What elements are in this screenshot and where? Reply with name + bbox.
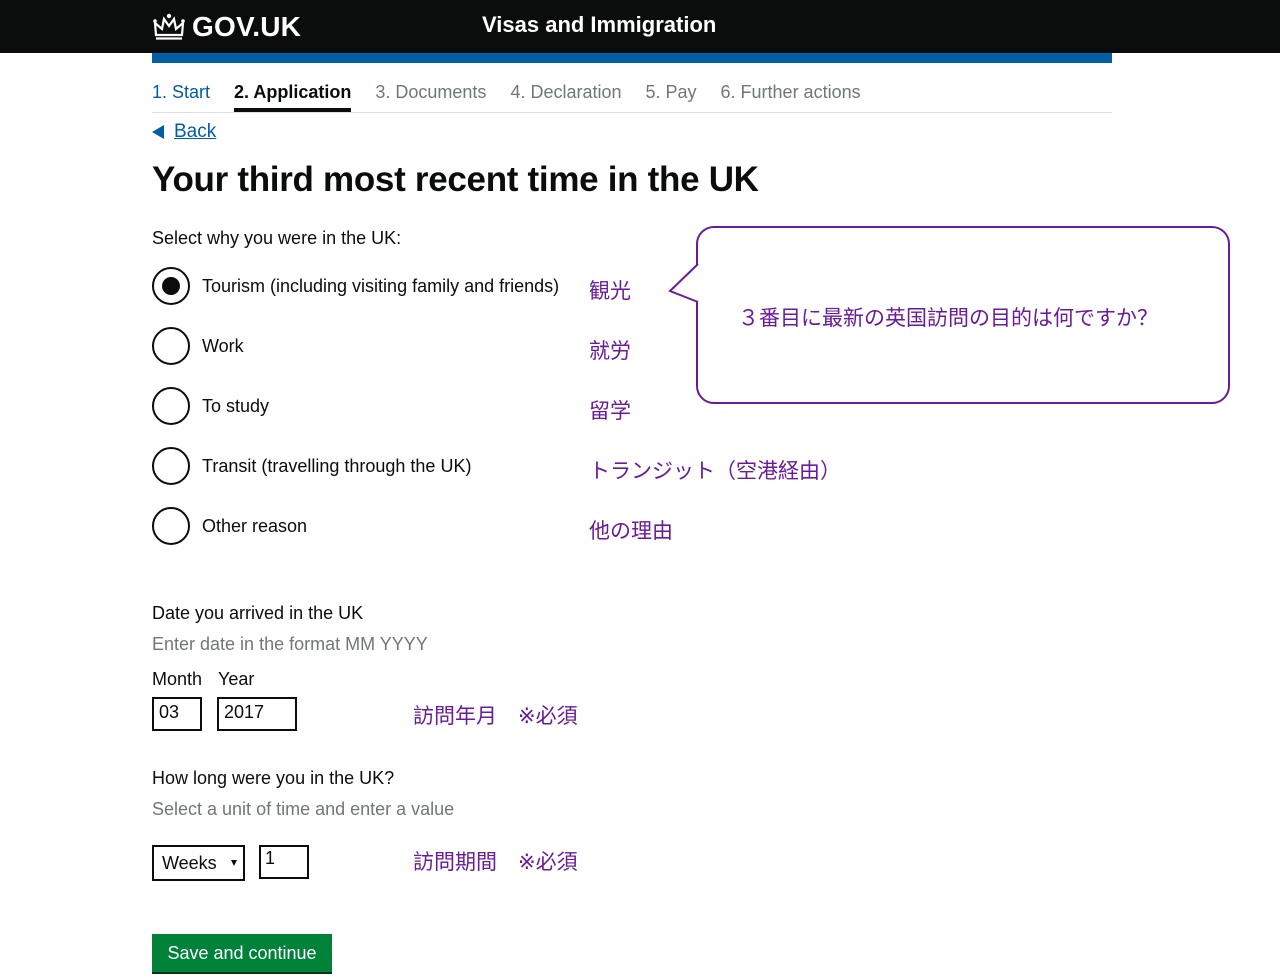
radio-other-circle[interactable]: [152, 507, 190, 545]
save-and-continue-button[interactable]: Save and continue: [152, 934, 332, 972]
arrival-label: Date you arrived in the UK: [152, 603, 364, 623]
step-documents: 3. Documents: [375, 82, 487, 102]
progress-steps: 1. Start 2. Application 3. Documents 4. …: [152, 80, 1112, 113]
duration-unit-select[interactable]: Weeks: [152, 845, 245, 881]
govuk-logo[interactable]: GOV.UK: [152, 10, 301, 44]
logo-text: GOV.UK: [192, 11, 302, 42]
duration-label: How long were you in the UK?: [152, 768, 395, 788]
arrival-hint: Enter date in the format MM YYYY: [152, 634, 428, 654]
radio-work-label[interactable]: Work: [202, 336, 244, 357]
radio-tourism-label[interactable]: Tourism (including visiting family and f…: [202, 276, 559, 297]
radio-work[interactable]: Work: [152, 327, 244, 365]
radio-tourism-circle[interactable]: [152, 267, 190, 305]
header-blue-bar: [152, 53, 1112, 63]
radio-transit-label[interactable]: Transit (travelling through the UK): [202, 456, 471, 477]
year-label: Year: [218, 669, 255, 689]
radio-transit-circle[interactable]: [152, 447, 190, 485]
radio-study-circle[interactable]: [152, 387, 190, 425]
duration-hint: Select a unit of time and enter a value: [152, 799, 455, 819]
reason-label: Select why you were in the UK:: [152, 228, 402, 248]
service-name[interactable]: Visas and Immigration: [482, 12, 716, 38]
jp-annotation-duration: 訪問期間 ※必須: [413, 850, 578, 874]
duration-unit-value: Weeks: [162, 852, 217, 873]
page-title: Your third most recent time in the UK: [152, 160, 759, 199]
radio-study-label[interactable]: To study: [202, 396, 269, 417]
jp-annotation-arrival: 訪問年月 ※必須: [413, 704, 578, 728]
duration-amount-input[interactable]: 1: [259, 845, 309, 879]
back-arrow-icon: [152, 125, 164, 139]
crown-icon: [153, 13, 185, 40]
radio-other[interactable]: Other reason: [152, 507, 307, 545]
jp-annotation-study: 留学: [589, 399, 631, 423]
year-input[interactable]: 2017: [217, 697, 297, 731]
jp-annotation-transit: トランジット（空港経由）: [589, 459, 841, 483]
step-further-actions: 6. Further actions: [720, 82, 861, 102]
dropdown-arrow-icon: [231, 860, 237, 866]
jp-annotation-tourism: 観光: [589, 279, 631, 303]
radio-transit[interactable]: Transit (travelling through the UK): [152, 447, 471, 485]
radio-other-label[interactable]: Other reason: [202, 516, 307, 537]
gov-header: GOV.UK Visas and Immigration: [0, 0, 1280, 53]
callout-bubble: ３番目に最新の英国訪問の目的は何ですか？: [696, 226, 1230, 404]
month-label: Month: [152, 669, 203, 689]
radio-work-circle[interactable]: [152, 327, 190, 365]
month-input[interactable]: 03: [152, 697, 202, 731]
step-declaration: 4. Declaration: [510, 82, 622, 102]
step-pay: 5. Pay: [645, 82, 697, 102]
back-link-container: Back: [152, 121, 216, 143]
jp-annotation-other: 他の理由: [589, 519, 673, 543]
radio-study[interactable]: To study: [152, 387, 269, 425]
step-application: 2. Application: [234, 80, 352, 112]
radio-tourism[interactable]: Tourism (including visiting family and f…: [152, 267, 559, 305]
callout-text: ３番目に最新の英国訪問の目的は何ですか？: [738, 306, 1158, 330]
jp-annotation-work: 就労: [589, 339, 631, 363]
callout-tail-icon: [668, 263, 699, 303]
step-start[interactable]: 1. Start: [152, 80, 210, 113]
back-link[interactable]: Back: [174, 121, 216, 143]
